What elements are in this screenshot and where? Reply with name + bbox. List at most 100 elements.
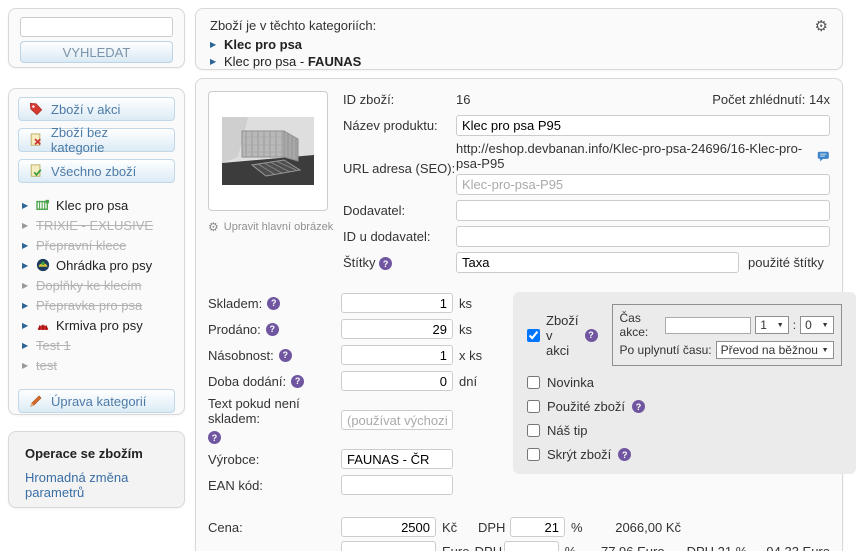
category-tree: ▶ Klec pro psa ▶ TRIXIE - EXLUSIVE ▶ Pře… [22, 195, 175, 375]
breadcrumb-label-bold: FAUNAS [307, 54, 362, 69]
ean-input[interactable] [341, 475, 453, 495]
chevron-down-icon: ▼ [776, 321, 784, 329]
search-button[interactable]: VYHLEDAT [20, 41, 173, 63]
manufacturer-label: Výrobce: [208, 451, 260, 467]
dph-input[interactable] [510, 517, 565, 537]
category-item-krmiva[interactable]: ▶ Krmiva pro psy [22, 315, 175, 335]
tags-row: Štítky ? použité štítky [343, 252, 830, 273]
settings-gear-icon[interactable]: ⚙ [815, 17, 828, 35]
help-icon[interactable]: ? [291, 374, 305, 388]
dph-input[interactable] [503, 541, 559, 551]
filter-sale-button[interactable]: Zboží v akci [18, 97, 175, 121]
price-row-kc: Cena: Kč DPH % 2066,00 Kč [208, 516, 830, 538]
help-icon[interactable]: ? [208, 431, 221, 444]
category-item-test1[interactable]: ▶ Test 1 [22, 335, 175, 355]
sale-time-input[interactable] [665, 316, 752, 334]
after-time-label: Po uplynutí času: [619, 343, 712, 357]
help-icon[interactable]: ? [265, 322, 279, 336]
help-icon[interactable]: ? [379, 257, 393, 271]
used-tags-link[interactable]: použité štítky [748, 255, 824, 270]
category-item-trixie[interactable]: ▶ TRIXIE - EXLUSIVE [22, 215, 175, 235]
dog-cage-photo [222, 117, 314, 185]
supplier-input[interactable] [456, 200, 830, 221]
price-section: Cena: Kč DPH % 2066,00 Kč Euro DPH % 77,… [208, 516, 830, 551]
category-item-prepravka[interactable]: ▶ Přepravka pro psa [22, 295, 175, 315]
tag-icon [29, 102, 43, 116]
category-item-ohradka[interactable]: ▶ Ohrádka pro psy [22, 255, 175, 275]
sold-input[interactable] [341, 319, 453, 339]
help-icon[interactable]: ? [584, 328, 598, 342]
filter-no-category-button[interactable]: Zboží bez kategorie [18, 125, 175, 155]
edit-main-image-button[interactable]: ⚙ Upravit hlavní obrázek [208, 220, 343, 234]
dog-cage-icon [36, 199, 49, 210]
page-check-icon [30, 164, 42, 177]
manufacturer-input[interactable] [341, 449, 453, 469]
edit-categories-button[interactable]: Úprava kategorií [18, 389, 175, 413]
breadcrumb-label: Klec pro psa - FAUNAS [224, 54, 361, 69]
sale-minute-select[interactable]: 0 ▼ [800, 316, 834, 334]
chevron-right-icon: ▶ [22, 260, 29, 270]
supplier-id-input[interactable] [456, 226, 830, 247]
breadcrumb-panel: Zboží je v těchto kategoriích: ▶ Klec pr… [195, 8, 843, 70]
comment-bubble-icon[interactable] [817, 150, 830, 163]
product-fields: ID zboží: 16 Počet zhlédnutí: 14x Název … [343, 91, 830, 278]
price-with-tax-21: 94,33 Euro [766, 543, 830, 551]
help-icon[interactable]: ? [267, 296, 281, 310]
tags-label-wrap: Štítky ? [343, 255, 456, 271]
category-item-test[interactable]: ▶ test [22, 355, 175, 375]
category-panel: Zboží v akci Zboží bez kategorie Všechno… [8, 88, 185, 415]
category-label: Klec pro psa [56, 197, 129, 213]
multiplicity-label: Násobnost: [208, 347, 274, 363]
help-icon[interactable]: ? [278, 348, 292, 362]
breadcrumb-item-1[interactable]: ▶ Klec pro psa [210, 36, 828, 53]
new-flag-row: Novinka [527, 375, 842, 390]
supplier-label: Dodavatel: [343, 203, 406, 218]
sold-unit: ks [459, 321, 472, 337]
filter-all-button[interactable]: Všechno zboží [18, 159, 175, 183]
multiplicity-input[interactable] [341, 345, 453, 365]
sale-hour-select[interactable]: 1 ▼ [755, 316, 789, 334]
delivery-time-input[interactable] [341, 371, 453, 391]
stock-column: Skladem:? ks Prodáno:? ks Násobnost:? x … [208, 292, 501, 500]
product-name-input[interactable] [456, 115, 830, 136]
product-id-label: ID zboží: [343, 92, 395, 107]
tags-input[interactable] [456, 252, 739, 273]
search-input[interactable] [20, 17, 173, 37]
category-item-prepravni-klece[interactable]: ▶ Přepravní klece [22, 235, 175, 255]
stock-label: Skladem: [208, 295, 263, 311]
chevron-down-icon: ▼ [821, 346, 829, 354]
supplier-id-row: ID u dodavatel: [343, 226, 830, 247]
operations-title: Operace se zbožím [25, 446, 143, 461]
chevron-right-icon: ▶ [22, 200, 29, 210]
product-image-column: ⚙ Upravit hlavní obrázek [208, 91, 343, 278]
chevron-right-icon: ▶ [22, 240, 29, 250]
operations-panel: Operace se zbožím Hromadná změna paramet… [8, 431, 185, 508]
price-input[interactable] [341, 517, 436, 537]
supplier-row: Dodavatel: [343, 200, 830, 221]
product-url-row: URL adresa (SEO): http://eshop.devbanan.… [343, 141, 830, 195]
help-icon[interactable]: ? [618, 448, 632, 461]
used-checkbox[interactable] [527, 400, 540, 413]
breadcrumb-item-2[interactable]: ▶ Klec pro psa - FAUNAS [210, 53, 828, 70]
help-icon[interactable]: ? [632, 400, 646, 413]
tip-checkbox[interactable] [527, 424, 540, 437]
new-checkbox[interactable] [527, 376, 540, 389]
sale-checkbox[interactable] [527, 328, 540, 342]
stock-input[interactable] [341, 293, 453, 313]
percent-label: % [564, 543, 577, 551]
product-url-slug-input[interactable] [456, 174, 830, 195]
bulk-change-link[interactable]: Hromadná změna parametrů [25, 470, 128, 500]
sold-label: Prodáno: [208, 321, 261, 337]
after-time-select[interactable]: Převod na běžnou ▼ [715, 341, 834, 359]
price-input[interactable] [341, 541, 436, 551]
hide-checkbox[interactable] [527, 448, 540, 461]
chevron-right-icon: ▶ [22, 360, 29, 370]
sale-time-box: Čas akce: 1 ▼ : 0 ▼ Po uplynutí času: Přev… [611, 304, 842, 366]
product-image[interactable] [208, 91, 328, 211]
delivery-time-unit: dní [459, 373, 478, 389]
category-item-klec-pro-psa[interactable]: ▶ Klec pro psa [22, 195, 175, 215]
filter-no-category-label: Zboží bez kategorie [50, 125, 108, 155]
not-in-stock-input[interactable] [341, 410, 453, 430]
category-item-doplnky[interactable]: ▶ Doplňky ke klecím [22, 275, 175, 295]
pen-enclosure-icon [36, 258, 50, 272]
